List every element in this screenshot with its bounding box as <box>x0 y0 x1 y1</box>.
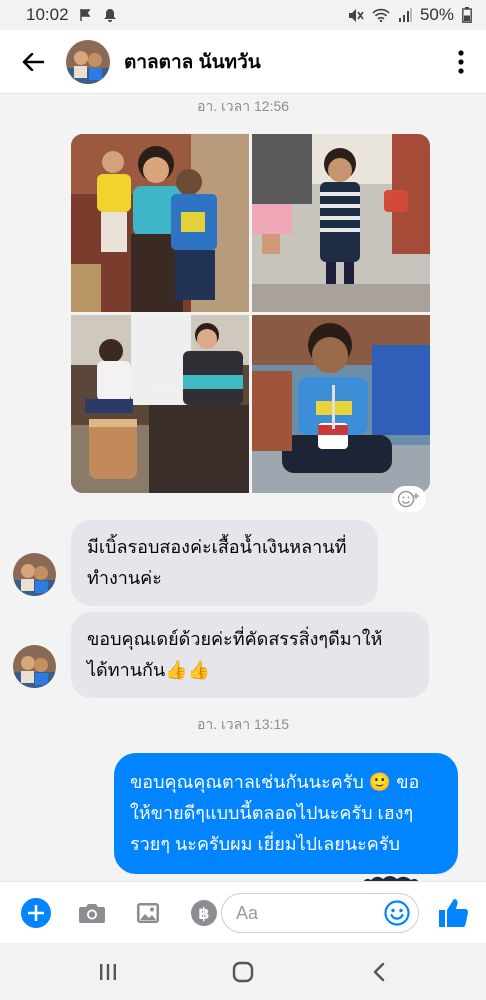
more-vertical-icon <box>458 49 464 74</box>
outgoing-message-bubble[interactable]: ขอบคุณคุณตาลเช่นกันนะครับ 🙂 ขอ ให้ขายดีๆ… <box>114 753 458 874</box>
status-time: 10:02 <box>26 5 69 24</box>
payment-button[interactable]: ฿ <box>186 895 222 931</box>
message-input-field[interactable] <box>221 893 419 933</box>
message-input[interactable] <box>236 902 376 924</box>
emoji-icon[interactable] <box>384 900 410 926</box>
svg-text:฿: ฿ <box>198 904 209 923</box>
message-composer: ฿ <box>0 881 486 943</box>
back-button[interactable] <box>0 30 66 94</box>
home-button[interactable] <box>230 959 256 985</box>
timestamp: อา. เวลา 13:15 <box>196 716 290 732</box>
message-text: รวยๆ นะครับผม เยี่ยมไปเลยนะครับ <box>130 834 400 854</box>
photo-4[interactable] <box>252 315 430 493</box>
recent-apps-icon <box>100 964 116 980</box>
system-navigation-bar <box>0 943 486 1000</box>
incoming-message-bubble[interactable]: มีเบิ้ลรอบสองค่ะเสื้อน้ำเงินหลานที่ ทำงา… <box>71 520 378 606</box>
back-arrow-icon <box>22 52 44 71</box>
photo-3[interactable] <box>71 315 249 493</box>
contact-name[interactable]: ตาลตาล นันทวัน <box>124 47 261 77</box>
message-text: ให้ขายดีๆแบบนี้ตลอดไปนะครับ เฮงๆ <box>130 803 414 823</box>
camera-icon <box>79 903 105 923</box>
emoji-plus-icon <box>397 490 419 508</box>
conversation-header: ตาลตาล นันทวัน <box>0 30 486 94</box>
message-text: มีเบิ้ลรอบสองค่ะเสื้อน้ำเงินหลานที่ <box>87 537 347 557</box>
status-bar: 10:02 50% <box>0 0 486 30</box>
photo-album[interactable] <box>71 134 430 493</box>
message-text: ได้ทานกัน👍👍 <box>87 660 211 680</box>
photo-1[interactable] <box>71 134 249 312</box>
plus-icon <box>21 897 51 928</box>
sender-avatar[interactable] <box>13 553 56 596</box>
battery-percent: 50% <box>419 5 454 24</box>
seen-avatars-indicator <box>363 876 419 881</box>
message-text: ขอบคุณเดย์ด้วยค่ะที่คัดสรรสิ่งๆดีมาให้ <box>87 629 383 649</box>
gallery-icon <box>137 902 159 923</box>
sender-avatar[interactable] <box>13 645 56 688</box>
message-text: ทำงานค่ะ <box>87 568 162 588</box>
more-options-button[interactable] <box>436 30 486 94</box>
wifi-icon <box>372 8 390 22</box>
recent-apps-button[interactable] <box>95 959 121 985</box>
thumbs-up-icon[interactable] <box>436 896 470 930</box>
message-thread[interactable]: อา. เวลา 12:56 มีเบิ้ลรอบสองค่ะเสื้อน้ำเ… <box>0 94 486 881</box>
flag-notification-icon <box>79 9 90 21</box>
battery-icon <box>462 7 472 23</box>
camera-button[interactable] <box>74 895 110 931</box>
back-nav-icon <box>373 962 385 982</box>
signal-icon <box>398 8 412 22</box>
timestamp: อา. เวลา 12:56 <box>196 98 290 114</box>
contact-avatar[interactable] <box>66 39 110 84</box>
more-actions-button[interactable] <box>18 895 54 931</box>
baht-pay-icon: ฿ <box>191 899 217 926</box>
photo-2[interactable] <box>252 134 430 312</box>
incoming-message-bubble[interactable]: ขอบคุณเดย์ด้วยค่ะที่คัดสรรสิ่งๆดีมาให้ ไ… <box>71 612 429 698</box>
message-text: ขอบคุณคุณตาลเช่นกันนะครับ 🙂 ขอ <box>130 772 420 792</box>
home-icon <box>232 961 254 983</box>
gallery-button[interactable] <box>130 895 166 931</box>
add-reaction-button[interactable] <box>392 486 426 512</box>
back-nav-button[interactable] <box>366 959 392 985</box>
mute-icon <box>348 8 364 22</box>
bell-notification-icon <box>103 8 116 22</box>
